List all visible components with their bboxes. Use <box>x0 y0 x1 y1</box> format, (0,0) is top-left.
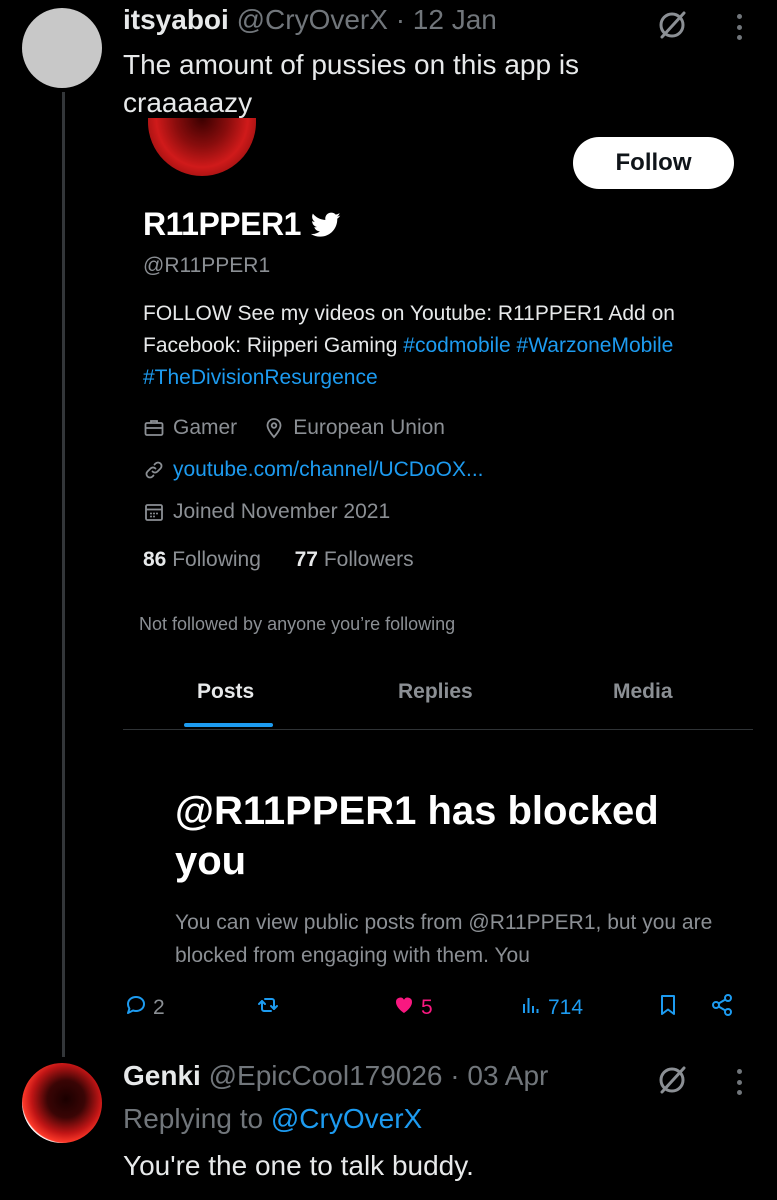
reply-header: Genki @EpicCool179026 · 03 Apr <box>123 1060 548 1092</box>
hashtag-link[interactable]: #codmobile <box>403 334 510 357</box>
bookmark-button[interactable] <box>655 992 681 1024</box>
tweet-text: The amount of pussies on this app is cra… <box>123 49 580 118</box>
replying-handle-link[interactable]: @CryOverX <box>271 1103 422 1134</box>
replying-prefix: Replying to <box>123 1103 271 1134</box>
profile-tabs: Posts Replies Media <box>123 670 753 730</box>
bird-icon <box>310 212 341 238</box>
like-count: 5 <box>421 996 433 1019</box>
following-count: 86 <box>143 548 167 571</box>
replying-to: Replying to @CryOverX <box>123 1103 422 1135</box>
link-icon <box>143 459 165 481</box>
share-button[interactable] <box>709 992 735 1024</box>
location-pin-icon <box>263 417 285 439</box>
tweet-date[interactable]: · 03 Apr <box>450 1060 548 1091</box>
profile-website-row: youtube.com/channel/UCDoOX... <box>143 458 484 482</box>
attached-image[interactable]: Follow R11PPER1 @R11PPER1 FOLLOW See my … <box>123 118 753 1043</box>
profile-name: R11PPER1 <box>143 206 341 243</box>
profile-handle: @R11PPER1 <box>143 254 271 277</box>
profile-joined-row: Joined November 2021 <box>143 500 390 524</box>
heart-icon <box>391 992 417 1024</box>
tab-posts[interactable]: Posts <box>197 680 254 704</box>
thread-line <box>62 92 65 1057</box>
reply-button[interactable]: 2 <box>123 992 165 1024</box>
grok-icon[interactable] <box>655 1063 689 1097</box>
profile-occupation: Gamer <box>173 416 238 439</box>
profile-meta-row: Gamer European Union <box>143 416 445 440</box>
followers-link[interactable]: 77 Followers <box>295 548 414 571</box>
profile-avatar <box>148 118 256 176</box>
profile-bio: FOLLOW See my videos on Youtube: R11PPER… <box>143 298 703 394</box>
tweet-actions: 2 5 714 <box>123 992 753 1032</box>
followers-count: 77 <box>294 548 318 571</box>
blocked-title: @R11PPER1 has blocked you <box>175 789 659 883</box>
views-button[interactable]: 714 <box>518 992 583 1024</box>
bookmark-icon <box>655 992 681 1024</box>
repost-button[interactable] <box>255 992 281 1024</box>
avatar[interactable] <box>22 8 102 88</box>
grok-icon[interactable] <box>655 8 689 42</box>
profile-joined: Joined November 2021 <box>173 500 391 523</box>
tweet-date[interactable]: · 12 Jan <box>396 4 497 35</box>
author-handle[interactable]: @EpicCool179026 <box>209 1060 443 1091</box>
follow-button[interactable]: Follow <box>573 137 734 189</box>
more-options-icon[interactable] <box>733 10 745 44</box>
active-tab-indicator <box>184 723 273 727</box>
view-count: 714 <box>548 996 584 1019</box>
briefcase-icon <box>143 417 165 439</box>
author-name[interactable]: itsyaboi <box>123 4 229 35</box>
following-link[interactable]: 86 Following <box>143 548 261 571</box>
tweet-header: itsyaboi @CryOverX · 12 Jan <box>123 4 497 36</box>
hashtag-link[interactable]: #TheDivisionResurgence <box>143 366 378 389</box>
tab-media[interactable]: Media <box>613 680 673 704</box>
following-label: Following <box>172 548 261 571</box>
like-button[interactable]: 5 <box>391 992 433 1024</box>
reply-text: You're the one to talk buddy. <box>123 1150 474 1181</box>
profile-location: European Union <box>293 416 445 439</box>
reply-icon <box>123 992 149 1024</box>
tab-replies[interactable]: Replies <box>398 680 473 704</box>
author-name[interactable]: Genki <box>123 1060 201 1091</box>
calendar-icon <box>143 501 165 523</box>
avatar[interactable] <box>22 1063 102 1143</box>
profile-website-link[interactable]: youtube.com/channel/UCDoOX... <box>173 458 484 482</box>
not-followed-notice: Not followed by anyone you’re following <box>139 614 456 634</box>
hashtag-link[interactable]: #WarzoneMobile <box>517 334 674 357</box>
author-handle[interactable]: @CryOverX <box>237 4 388 35</box>
analytics-icon <box>518 992 544 1024</box>
share-icon <box>709 992 735 1024</box>
reply-count: 2 <box>153 996 165 1019</box>
blocked-description: You can view public posts from @R11PPER1… <box>175 911 713 967</box>
more-options-icon[interactable] <box>733 1065 745 1099</box>
repost-icon <box>255 992 281 1024</box>
followers-label: Followers <box>323 548 414 571</box>
profile-name-text: R11PPER1 <box>143 206 301 242</box>
profile-stats: 86 Following 77 Followers <box>143 548 414 572</box>
